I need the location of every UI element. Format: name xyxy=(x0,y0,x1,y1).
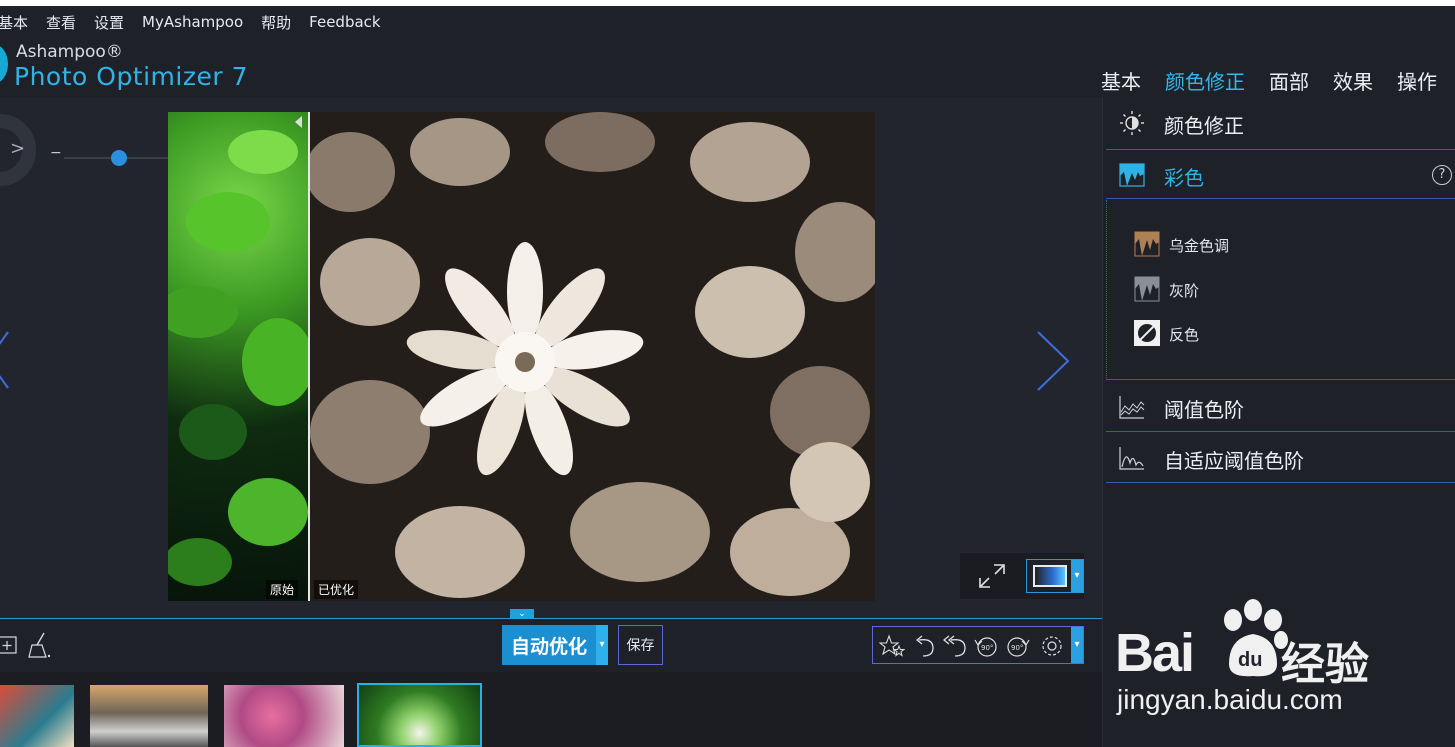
thumbnail[interactable] xyxy=(224,685,344,747)
fullscreen-icon[interactable] xyxy=(978,563,1006,589)
menu-view[interactable]: 查看 xyxy=(46,12,76,33)
watermark-logo-text: Bai xyxy=(1115,623,1195,683)
undo-all-icon[interactable] xyxy=(941,634,967,658)
thumbnail[interactable] xyxy=(90,685,208,747)
optimized-label: 已优化 xyxy=(314,580,359,599)
zoom-slider-thumb[interactable] xyxy=(110,150,127,166)
rotate-left-90-icon[interactable]: 90° xyxy=(973,634,999,658)
save-button[interactable]: 保存 xyxy=(618,625,663,665)
original-label: 原始 xyxy=(266,580,299,599)
thumbnail-selected[interactable] xyxy=(357,683,482,747)
tab-actions[interactable]: 操作 xyxy=(1397,66,1437,101)
previous-image-icon[interactable] xyxy=(0,330,16,390)
menu-myashampoo[interactable]: MyAshampoo xyxy=(142,13,243,31)
gear-icon[interactable] xyxy=(1039,634,1065,658)
option-grayscale[interactable]: 灰阶 xyxy=(1133,275,1333,303)
optimized-image xyxy=(305,112,875,601)
help-icon[interactable]: ? xyxy=(1432,165,1452,185)
dropdown-caret-icon[interactable]: ▾ xyxy=(1071,627,1083,663)
rotate-right-90-icon[interactable]: 90° xyxy=(1005,634,1031,658)
sepia-icon xyxy=(1134,231,1160,257)
next-image-icon[interactable] xyxy=(1036,330,1070,392)
edit-tools-group: 90° 90° ▾ xyxy=(872,626,1084,664)
app-logo xyxy=(0,44,8,84)
collapse-toggle-icon[interactable]: ⌄ xyxy=(510,609,534,619)
thumbnail[interactable] xyxy=(0,685,74,747)
compare-mode-button[interactable]: ▾ xyxy=(1026,559,1084,593)
invert-icon xyxy=(1134,320,1160,346)
color-options: 乌金色调 灰阶 反色 xyxy=(1106,200,1455,380)
auto-optimize-label: 自动优化 xyxy=(511,635,588,658)
add-folder-icon[interactable] xyxy=(0,633,18,655)
option-label: 灰阶 xyxy=(1169,282,1200,300)
compare-mode-icon xyxy=(1033,565,1067,587)
rotate-right-label: 90° xyxy=(1011,644,1023,652)
section-color-correction[interactable]: 颜色修正 xyxy=(1106,98,1455,148)
menu-basic[interactable]: 基本 xyxy=(0,12,28,33)
watermark-url: jingyan.baidu.com xyxy=(1117,684,1343,715)
tab-basic[interactable]: 基本 xyxy=(1101,66,1141,101)
grayscale-icon xyxy=(1134,276,1160,302)
option-invert[interactable]: 反色 xyxy=(1133,319,1333,347)
brand-product: Photo Optimizer 7 xyxy=(14,62,248,91)
star-icon[interactable] xyxy=(879,634,905,658)
zoom-out-button[interactable]: − xyxy=(50,145,62,161)
original-image xyxy=(168,112,314,601)
section-adaptive-threshold[interactable]: 自适应阈值色阶 xyxy=(1106,433,1455,483)
brightness-contrast-icon xyxy=(1120,111,1144,135)
original-leaves-image xyxy=(168,130,314,586)
baidu-watermark: Bai du 经验 jingyan.baidu.com xyxy=(1115,592,1445,720)
main-tabs: 基本 颜色修正 面部 效果 操作 xyxy=(1077,66,1437,101)
brand-header: Ashampoo® Photo Optimizer 7 基本 颜色修正 面部 效… xyxy=(0,38,1455,101)
undo-icon[interactable] xyxy=(911,634,937,658)
menu-help[interactable]: 帮助 xyxy=(261,12,291,33)
adaptive-threshold-label: 自适应阈值色阶 xyxy=(1164,449,1304,473)
section-color[interactable]: 彩色 ? xyxy=(1106,149,1455,199)
app-window: 基本 查看 设置 MyAshampoo 帮助 Feedback Ashampoo… xyxy=(0,6,1455,747)
dropdown-caret-icon[interactable]: ▾ xyxy=(1071,560,1083,592)
sepia-lily-image xyxy=(305,112,875,601)
brand-company: Ashampoo® xyxy=(16,42,123,62)
menu-settings[interactable]: 设置 xyxy=(94,12,124,33)
chevron-right-icon[interactable]: > xyxy=(10,138,25,159)
paint-bucket-icon xyxy=(1119,163,1145,187)
rotate-left-label: 90° xyxy=(981,644,993,652)
section-title: 颜色修正 xyxy=(1164,114,1244,138)
view-controls: ▾ xyxy=(960,553,1084,599)
broom-icon[interactable] xyxy=(26,631,52,659)
tab-effects[interactable]: 效果 xyxy=(1333,66,1373,101)
adaptive-threshold-icon xyxy=(1119,447,1144,470)
split-left-handle-icon[interactable] xyxy=(295,116,302,128)
bottom-toolbar: ⌄ 自动优化 ▾ 保存 90° 90° ▾ xyxy=(0,609,1102,672)
threshold-chart-icon xyxy=(1119,396,1145,419)
option-label: 乌金色调 xyxy=(1169,237,1230,255)
tab-color-correction[interactable]: 颜色修正 xyxy=(1165,66,1245,101)
auto-optimize-button[interactable]: 自动优化 ▾ xyxy=(502,625,608,665)
tab-face[interactable]: 面部 xyxy=(1269,66,1309,101)
photo-preview[interactable]: 原始 已优化 xyxy=(168,112,875,601)
section-threshold[interactable]: 阈值色阶 xyxy=(1106,382,1455,432)
image-viewer: > − + xyxy=(0,98,1102,618)
option-sepia[interactable]: 乌金色调 xyxy=(1133,230,1333,258)
menu-feedback[interactable]: Feedback xyxy=(309,13,380,31)
filmstrip xyxy=(0,672,1102,747)
watermark-du: du xyxy=(1238,649,1262,671)
dropdown-caret-icon[interactable]: ▾ xyxy=(596,625,608,665)
watermark-brand-cn: 经验 xyxy=(1281,639,1369,690)
threshold-label: 阈值色阶 xyxy=(1164,398,1244,422)
menu-bar: 基本 查看 设置 MyAshampoo 帮助 Feedback xyxy=(0,6,1455,38)
color-title: 彩色 xyxy=(1164,166,1204,190)
option-label: 反色 xyxy=(1169,326,1200,344)
